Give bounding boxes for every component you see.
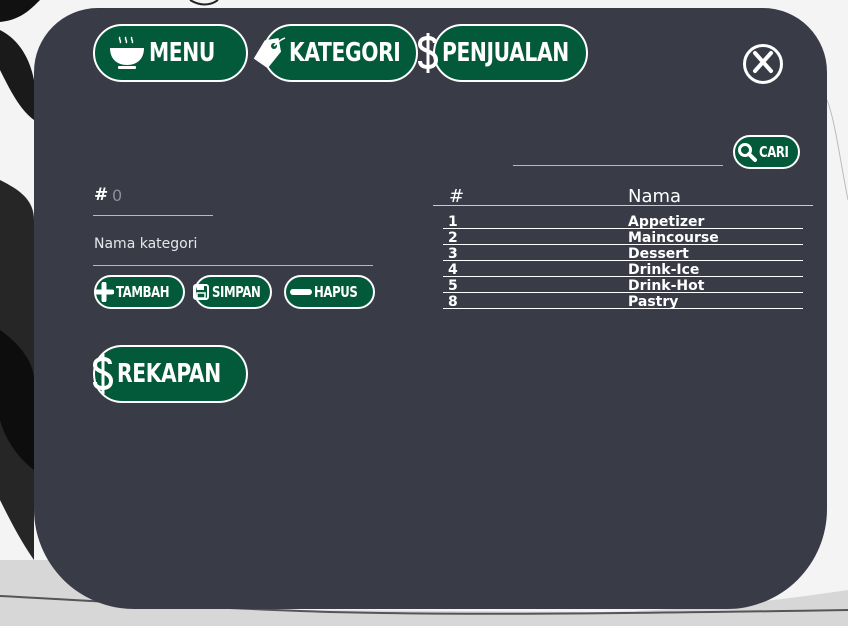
cari-label: CARI — [758, 143, 789, 161]
rekapan-button[interactable]: REKAPAN — [91, 345, 248, 403]
search-input[interactable] — [513, 165, 723, 166]
tag-icon — [249, 34, 287, 72]
table-row[interactable]: 1 Appetizer — [443, 213, 803, 230]
column-header-id: # — [449, 186, 465, 207]
row-nama: Drink-Hot — [628, 278, 705, 294]
plus-icon — [94, 282, 115, 302]
close-button[interactable] — [743, 44, 783, 84]
kategori-label: KATEGORI — [289, 38, 401, 68]
rekapan-label: REKAPAN — [116, 359, 221, 389]
row-nama: Maincourse — [628, 230, 719, 246]
bowl-icon — [107, 33, 147, 73]
kategori-button[interactable]: KATEGORI — [253, 24, 418, 82]
row-id: 1 — [448, 214, 458, 230]
row-id: 5 — [448, 278, 458, 294]
id-label: # — [94, 185, 109, 205]
menu-label: MENU — [149, 38, 216, 68]
hapus-button[interactable]: HAPUS — [284, 275, 375, 309]
dollar-icon — [416, 31, 440, 75]
table-row[interactable]: 3 Dessert — [443, 245, 803, 262]
close-icon — [751, 50, 775, 78]
hapus-label: HAPUS — [313, 283, 358, 301]
minus-icon — [289, 286, 312, 298]
menu-button[interactable]: MENU — [93, 24, 248, 82]
penjualan-label: PENJUALAN — [442, 38, 570, 68]
row-id: 4 — [448, 262, 458, 278]
row-nama: Drink-Ice — [628, 262, 700, 278]
penjualan-button[interactable]: PENJUALAN — [418, 24, 588, 82]
row-nama: Appetizer — [628, 214, 705, 230]
dollar-icon — [91, 352, 115, 396]
simpan-button[interactable]: SIMPAN — [192, 275, 272, 309]
row-id: 3 — [448, 246, 458, 262]
table-row[interactable]: 4 Drink-Ice — [443, 261, 803, 278]
id-value: 0 — [112, 186, 123, 205]
tambah-label: TAMBAH — [116, 283, 170, 301]
header-divider — [433, 205, 813, 206]
row-id: 2 — [448, 230, 458, 246]
row-nama: Pastry — [628, 294, 679, 310]
nama-kategori-field[interactable]: Nama kategori — [94, 236, 197, 252]
nama-kategori-underline — [93, 265, 373, 266]
id-field[interactable] — [93, 215, 213, 216]
table-row[interactable]: 5 Drink-Hot — [443, 277, 803, 294]
cari-button[interactable]: CARI — [733, 135, 800, 169]
search-icon — [737, 142, 757, 162]
table-row[interactable]: 8 Pastry — [443, 293, 803, 310]
column-header-nama: Nama — [628, 186, 682, 207]
floppy-disk-icon — [192, 283, 210, 301]
row-id: 8 — [448, 294, 458, 310]
table-row[interactable]: 2 Maincourse — [443, 229, 803, 246]
simpan-label: SIMPAN — [211, 283, 261, 301]
tambah-button[interactable]: TAMBAH — [94, 275, 185, 309]
row-nama: Dessert — [628, 246, 689, 262]
